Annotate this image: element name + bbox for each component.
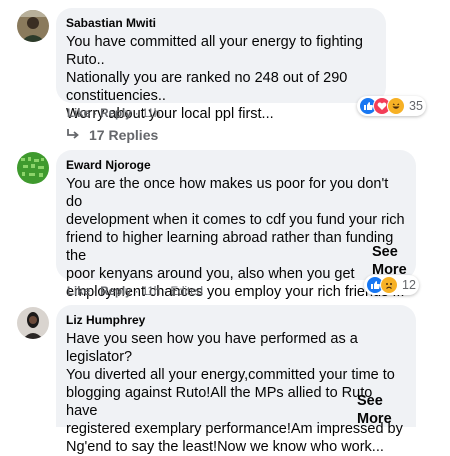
avatar[interactable] bbox=[17, 152, 49, 184]
reply-link[interactable]: Reply bbox=[100, 108, 131, 120]
timestamp[interactable]: 11h bbox=[142, 108, 160, 120]
comment-author[interactable]: Liz Humphrey bbox=[66, 312, 406, 328]
reply-link[interactable]: Reply bbox=[100, 286, 131, 298]
like-link[interactable]: Like bbox=[67, 286, 90, 298]
comment-author[interactable]: Sabastian Mwiti bbox=[66, 15, 376, 31]
edited-label[interactable]: Edited bbox=[170, 286, 203, 298]
reaction-summary[interactable]: 12 bbox=[364, 275, 419, 295]
reaction-summary[interactable]: 35 bbox=[357, 96, 426, 116]
haha-icon bbox=[387, 97, 405, 115]
comment-actions: Like · Reply · 11h · Edited bbox=[67, 286, 204, 298]
reply-arrow-icon bbox=[67, 129, 79, 139]
comment-bubble: Sabastian Mwiti You have committed all y… bbox=[56, 8, 386, 122]
see-more-link[interactable]: See More bbox=[372, 243, 410, 279]
reaction-count: 12 bbox=[402, 278, 416, 292]
comment-text: Have you seen how you have performed as … bbox=[66, 331, 403, 455]
sad-icon bbox=[380, 276, 398, 294]
reaction-count: 35 bbox=[409, 99, 423, 113]
view-replies-link[interactable]: 17 Replies bbox=[65, 127, 158, 143]
comment-bubble: Eward Njoroge You are the once how makes… bbox=[56, 150, 416, 300]
comment-text: You are the once how makes us poor for y… bbox=[66, 176, 405, 300]
timestamp[interactable]: 11h bbox=[142, 286, 160, 298]
comment-actions: Like · Reply · 11h bbox=[67, 108, 161, 120]
avatar[interactable] bbox=[17, 307, 49, 339]
like-link[interactable]: Like bbox=[67, 108, 90, 120]
see-more-link[interactable]: See More bbox=[357, 392, 397, 428]
comment-author[interactable]: Eward Njoroge bbox=[66, 157, 406, 173]
avatar[interactable] bbox=[17, 10, 49, 42]
